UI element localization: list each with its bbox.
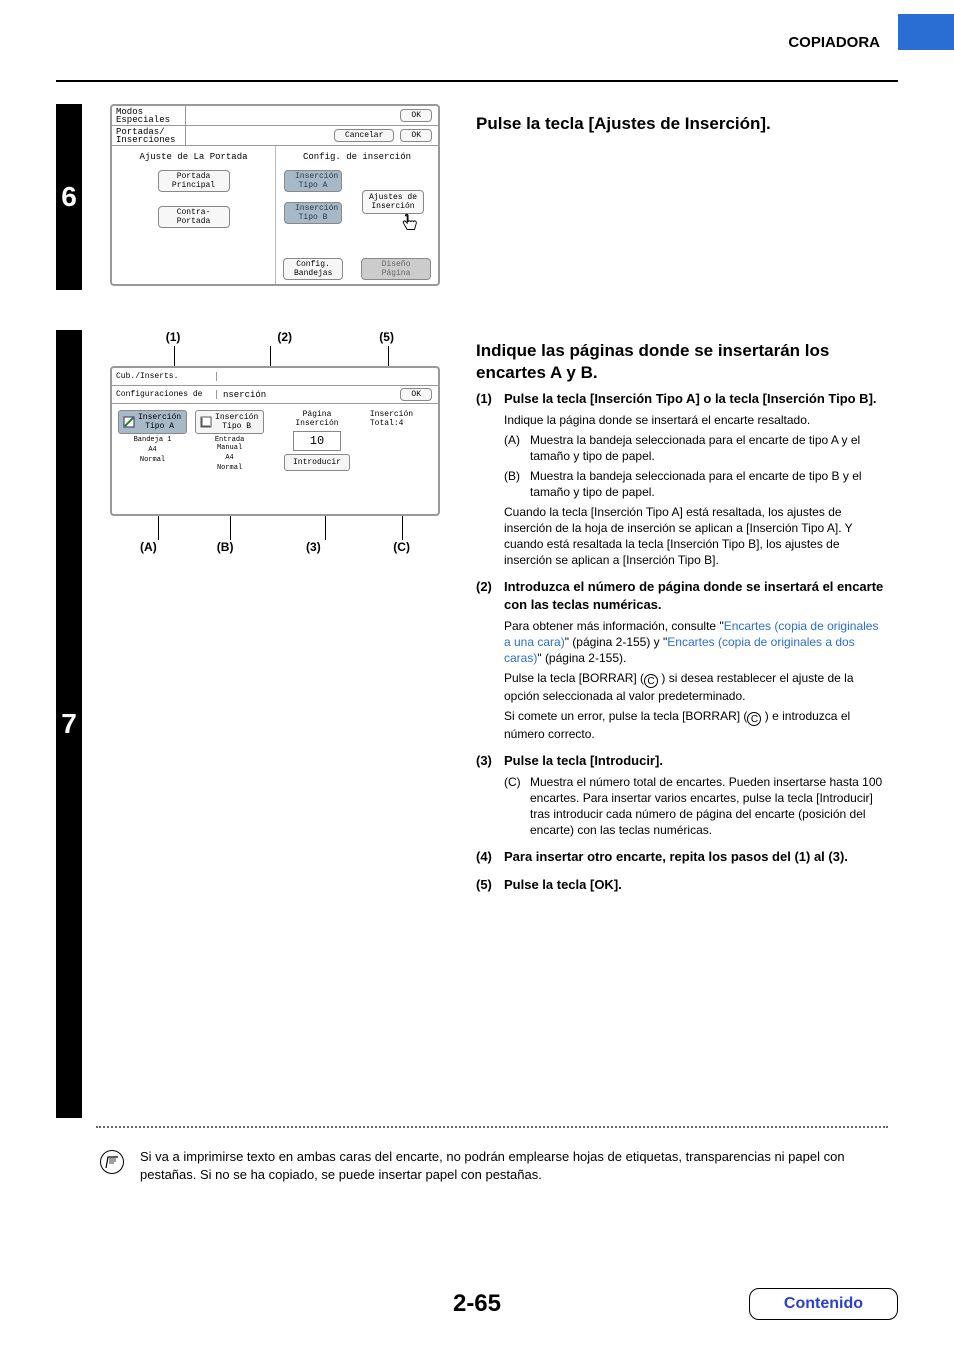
i1-title: Pulse la tecla [Inserción Tipo A] o la t… [504,390,888,408]
col-b-line1: Entrada Manual [195,436,264,452]
ajuste-portada-header: Ajuste de La Portada [120,152,267,162]
i2-p1: Para obtener más información, consulte "… [504,618,888,666]
step-7-panel: Cub./Inserts. Configuraciones de nserció… [110,366,440,516]
introducir-button[interactable]: Introducir [284,454,350,471]
instruction-list: (1) Pulse la tecla [Inserción Tipo A] o … [476,390,888,900]
header-rule [56,80,898,82]
insercion-total: Inserción Total:4 [370,410,432,472]
i1-p2: Cuando la tecla [Inserción Tipo A] está … [504,504,888,568]
col-b-line2: A4 [195,454,264,462]
config-insercion-header: Config. de inserción [284,152,430,162]
portada-principal-button[interactable]: Portada Principal [158,170,230,192]
step-7-panel-wrap: (1) (2) (5) Cub./Inserts. Configuracione… [110,330,440,554]
i1-a-text: Muestra la bandeja seleccionada para el … [530,432,888,464]
clear-key-icon-2: C [747,712,761,726]
callout-5: (5) [333,330,440,344]
insert-a-icon [123,416,135,428]
i4-title: Para insertar otro encarte, repita los p… [504,848,848,866]
ok-button-2[interactable]: OK [400,129,432,142]
insercion-tipo-a-mini[interactable]: Inserción Tipo A [118,410,187,434]
callout-1: (1) [110,330,236,344]
i4-num: (4) [476,848,504,866]
clear-key-icon-1: C [644,674,658,688]
page-number-display: 10 [293,431,341,451]
i3-title: Pulse la tecla [Introducir]. [504,752,888,770]
contenido-button[interactable]: Contenido [749,1288,898,1320]
cub-inserts-tab[interactable]: Cub./Inserts. [112,372,217,381]
insercion-tipo-b-mini[interactable]: Inserción Tipo B [195,410,264,434]
hand-cursor-icon [398,212,420,236]
config-label-left: Configuraciones de [112,390,217,399]
i1-num: (1) [476,390,504,568]
i1-b-text: Muestra la bandeja seleccionada para el … [530,468,888,500]
ok-button-1[interactable]: OK [400,109,432,122]
modos-especiales-tab[interactable]: Modos Especiales [112,106,186,125]
step-6-panel: Modos Especiales OK Portadas/ Insercione… [110,104,440,286]
i1-a-label: (A) [504,432,530,464]
i2-num: (2) [476,578,504,742]
col-a-line1: Bandeja 1 [118,436,187,444]
i2-title: Introduzca el número de página donde se … [504,578,888,614]
step-7-marker: 7 [56,330,82,1118]
i5-title: Pulse la tecla [OK]. [504,876,622,894]
insercion-tipo-a-button[interactable]: Inserción Tipo A [284,170,342,192]
callout-b: (B) [187,540,264,554]
ajustes-insercion-button[interactable]: Ajustes de Inserción [362,190,424,214]
cancelar-button[interactable]: Cancelar [334,129,394,142]
col-a-line2: A4 [118,446,187,454]
contraportada-button[interactable]: Contra- Portada [158,206,230,228]
note-text: Si va a imprimirse texto en ambas caras … [140,1148,888,1184]
config-label-right: nserción [223,390,266,400]
portadas-inserciones-tab[interactable]: Portadas/ Inserciones [112,126,186,145]
callout-c: (C) [363,540,440,554]
step-7-number: 7 [61,708,77,740]
step-6-number: 6 [61,181,77,213]
i2-p3: Si comete un error, pulse la tecla [BORR… [504,708,888,742]
i1-b-label: (B) [504,468,530,500]
i3-c-label: (C) [504,774,530,838]
step-6-title: Pulse la tecla [Ajustes de Inserción]. [476,114,888,134]
config-bandejas-button[interactable]: Config. Bandejas [283,258,343,280]
page-header: COPIADORA [788,34,880,51]
note-icon [100,1150,124,1174]
dotted-separator [96,1126,888,1128]
i1-p1: Indique la página donde se insertará el … [504,412,888,428]
insert-b-icon [200,416,212,428]
diseno-pagina-button[interactable]: Diseño Página [361,258,431,280]
col-a-line3: Normal [118,456,187,464]
step-7-title: Indique las páginas donde se insertarán … [476,340,888,384]
step-6-marker: 6 [56,104,82,290]
insercion-tipo-b-button[interactable]: Inserción Tipo B [284,202,342,224]
i2-p2: Pulse la tecla [BORRAR] (C ) si desea re… [504,670,888,704]
section-tab [898,14,954,50]
col-b-line3: Normal [195,464,264,472]
i3-c-text: Muestra el número total de encartes. Pue… [530,774,888,838]
i3-num: (3) [476,752,504,838]
i5-num: (5) [476,876,504,894]
callout-2: (2) [236,330,333,344]
pagina-insercion-label: Página Inserción [295,410,338,428]
callout-3: (3) [264,540,364,554]
callout-a: (A) [110,540,187,554]
ok-button-3[interactable]: OK [400,388,432,401]
